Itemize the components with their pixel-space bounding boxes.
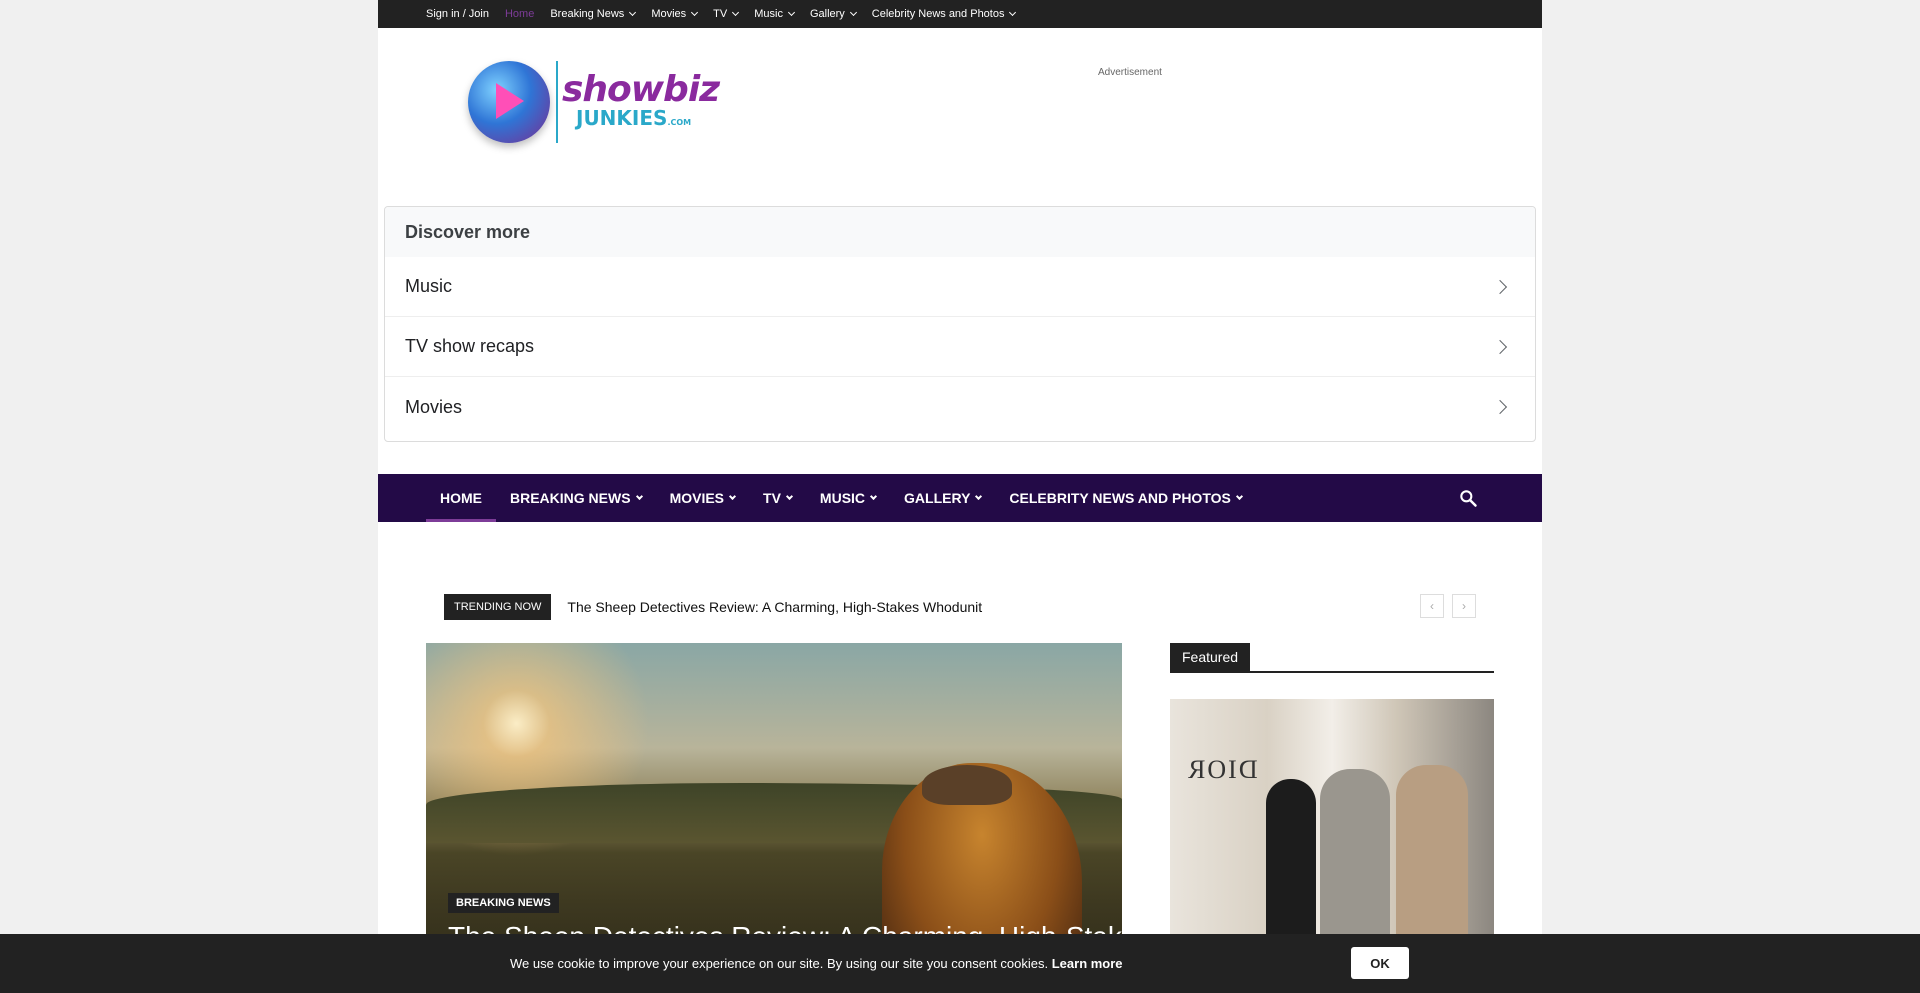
chevron-right-icon — [1492, 279, 1508, 294]
featured-label: Featured — [1170, 643, 1251, 671]
discover-title: Discover more — [405, 221, 531, 242]
logo-line1: showbiz — [562, 68, 720, 110]
topbar-tv[interactable]: TV — [713, 8, 740, 20]
trending-next-button[interactable]: › — [1452, 594, 1476, 618]
nav-music[interactable]: MUSIC — [806, 474, 890, 522]
search-icon[interactable] — [1458, 488, 1478, 508]
discover-more-panel: Discover more Music TV show recaps Movie… — [384, 206, 1536, 442]
cookie-learn-more-link[interactable]: Learn more — [1052, 956, 1123, 971]
site-header: showbiz JUNKIES.COM Advertisement — [378, 28, 1542, 206]
topbar-gallery[interactable]: Gallery — [810, 8, 857, 20]
chevron-down-icon — [787, 8, 795, 17]
hero-category-badge[interactable]: BREAKING NEWS — [448, 893, 559, 913]
topbar-sign-in[interactable]: Sign in / Join — [426, 8, 489, 20]
discover-item-tv-show-recaps[interactable]: TV show recaps — [385, 317, 1535, 377]
nav-breaking-news[interactable]: BREAKING NEWS — [496, 474, 656, 522]
chevron-down-icon — [1009, 8, 1017, 17]
top-bar: Sign in / Join Home Breaking News Movies… — [378, 0, 1542, 28]
chevron-down-icon — [635, 492, 643, 501]
chevron-down-icon — [785, 492, 793, 501]
chevron-down-icon — [975, 492, 983, 501]
chevron-down-icon — [732, 8, 740, 17]
featured-image-sign: DIOR — [1186, 755, 1258, 784]
chevron-right-icon — [1492, 399, 1508, 415]
chevron-right-icon — [1492, 339, 1508, 354]
chevron-down-icon — [1235, 492, 1243, 501]
nav-celebrity-news[interactable]: CELEBRITY NEWS AND PHOTOS — [995, 474, 1255, 522]
logo-line2: JUNKIES.COM — [576, 105, 692, 130]
trending-ticker: TRENDING NOW The Sheep Detectives Review… — [444, 594, 1476, 620]
cookie-message: We use cookie to improve your experience… — [510, 956, 1049, 971]
cookie-bar: We use cookie to improve your experience… — [0, 934, 1920, 993]
topbar-celebrity-news[interactable]: Celebrity News and Photos — [872, 8, 1017, 20]
discover-item-movies[interactable]: Movies — [385, 377, 1535, 437]
cookie-ok-button[interactable]: OK — [1351, 947, 1409, 979]
chevron-down-icon — [629, 8, 637, 17]
chevron-down-icon — [870, 492, 878, 501]
trending-label: TRENDING NOW — [444, 594, 552, 620]
trending-article-link[interactable]: The Sheep Detectives Review: A Charming,… — [567, 599, 982, 615]
main-nav: HOME BREAKING NEWS MOVIES TV MUSIC GALLE… — [378, 474, 1542, 522]
chevron-down-icon — [728, 492, 737, 501]
site-logo[interactable]: showbiz JUNKIES.COM — [468, 54, 728, 150]
globe-play-icon — [468, 61, 550, 143]
nav-tv[interactable]: TV — [749, 474, 806, 522]
nav-movies[interactable]: MOVIES — [656, 474, 749, 522]
nav-home[interactable]: HOME — [426, 474, 496, 522]
topbar-movies[interactable]: Movies — [651, 8, 699, 20]
chevron-down-icon — [849, 8, 857, 17]
page: Sign in / Join Home Breaking News Movies… — [378, 0, 1542, 993]
featured-image[interactable]: DIOR — [1170, 699, 1494, 939]
discover-item-music[interactable]: Music — [385, 257, 1535, 317]
featured-widget: Featured DIOR — [1170, 643, 1494, 939]
topbar-music[interactable]: Music — [754, 8, 795, 20]
nav-gallery[interactable]: GALLERY — [890, 474, 995, 522]
trending-prev-button[interactable]: ‹ — [1420, 594, 1444, 618]
chevron-down-icon — [691, 8, 699, 17]
advertisement-label: Advertisement — [1098, 67, 1162, 78]
topbar-home[interactable]: Home — [505, 8, 534, 20]
topbar-breaking-news[interactable]: Breaking News — [550, 8, 637, 20]
